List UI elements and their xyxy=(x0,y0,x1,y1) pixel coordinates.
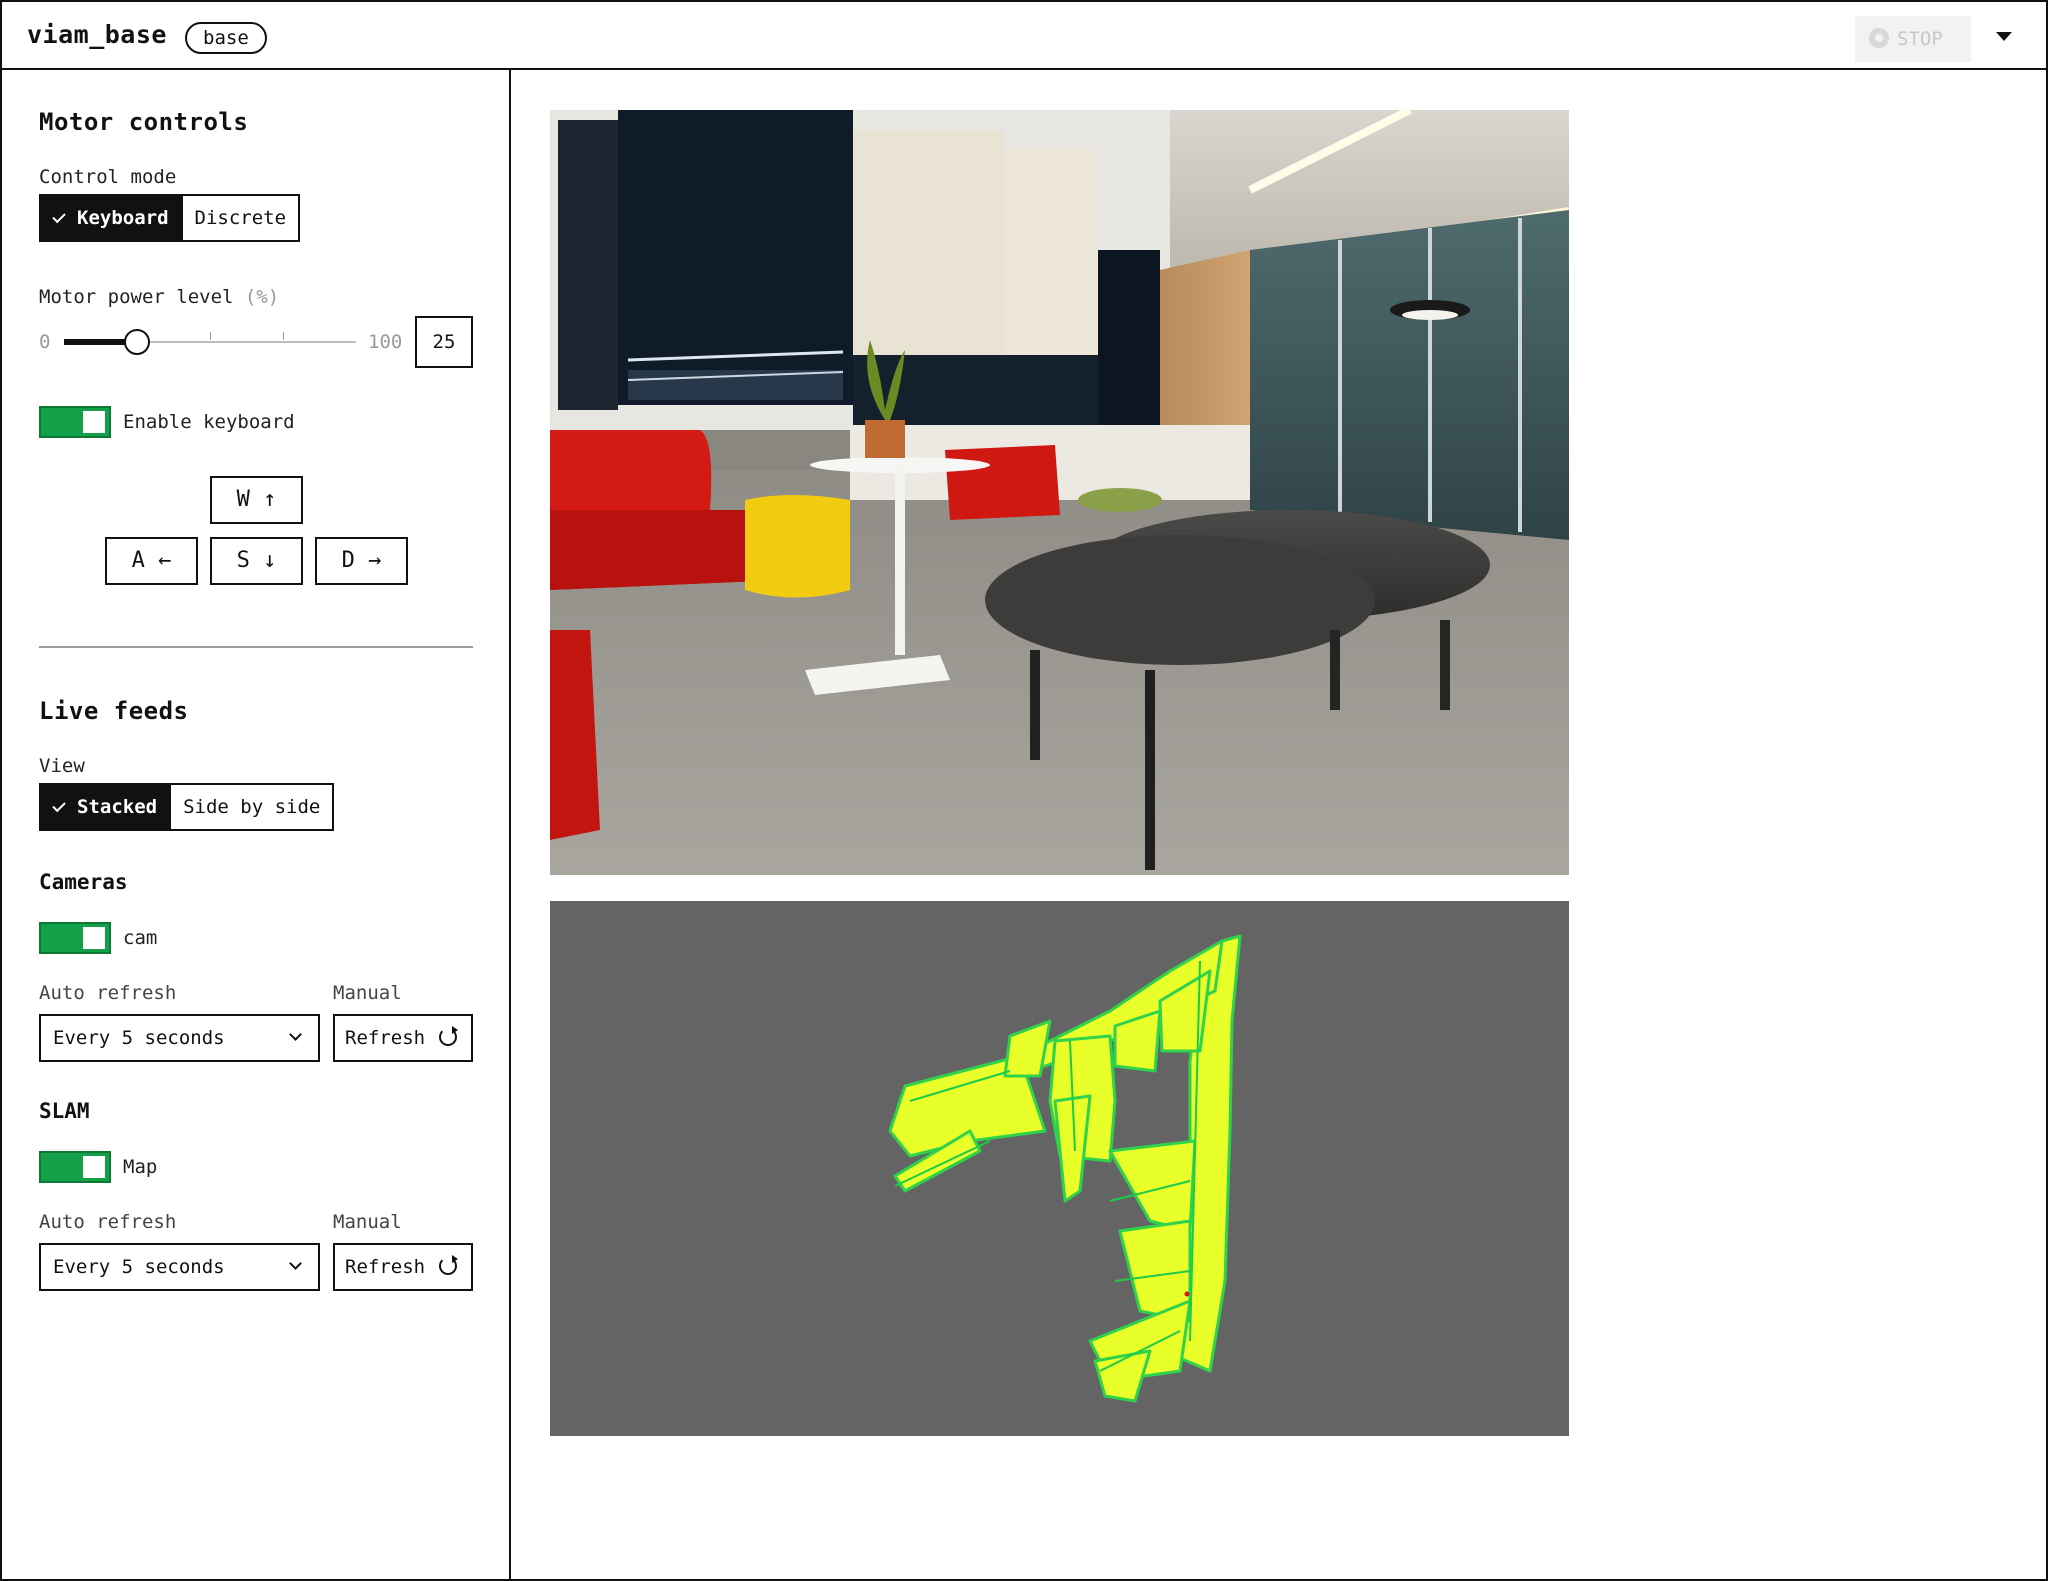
control-mode-toggle: Keyboard Discrete xyxy=(39,194,301,242)
view-toggle: Stacked Side by side xyxy=(39,783,335,831)
cam-manual-label: Manual xyxy=(333,982,402,1004)
view-side-by-side-option[interactable]: Side by side xyxy=(169,785,332,829)
slider-max-label: 100 xyxy=(368,331,403,353)
key-a-button[interactable]: A ← xyxy=(105,537,198,585)
refresh-icon xyxy=(439,1026,458,1046)
cam-auto-refresh-select[interactable]: Every 5 seconds xyxy=(39,1014,320,1062)
section-divider xyxy=(39,646,473,648)
stop-icon xyxy=(1869,28,1889,48)
slam-heading: SLAM xyxy=(39,1099,90,1123)
mode-discrete-option[interactable]: Discrete xyxy=(180,196,299,240)
slam-refresh-button[interactable]: Refresh xyxy=(333,1243,473,1291)
power-slider-thumb[interactable] xyxy=(124,329,150,355)
chevron-down-icon xyxy=(289,1028,302,1041)
check-icon xyxy=(52,798,66,813)
live-feeds-heading: Live feeds xyxy=(39,697,189,725)
slam-auto-refresh-label: Auto refresh xyxy=(39,1211,177,1233)
motor-power-label: Motor power level (%) xyxy=(39,286,280,308)
map-toggle-label: Map xyxy=(123,1156,158,1178)
component-type-badge: base xyxy=(185,22,267,54)
check-icon xyxy=(52,209,66,224)
view-stacked-option[interactable]: Stacked xyxy=(41,785,170,829)
key-s-button[interactable]: S ↓ xyxy=(210,537,303,585)
key-w-button[interactable]: W ↑ xyxy=(210,476,303,524)
slam-map-view xyxy=(550,901,1569,1436)
slam-auto-refresh-select[interactable]: Every 5 seconds xyxy=(39,1243,320,1291)
cam-auto-refresh-label: Auto refresh xyxy=(39,982,177,1004)
stop-label: STOP xyxy=(1897,28,1943,50)
stop-button[interactable]: STOP xyxy=(1855,16,1971,62)
enable-keyboard-toggle[interactable] xyxy=(39,406,111,438)
slider-min-label: 0 xyxy=(39,331,51,353)
cam-refresh-button[interactable]: Refresh xyxy=(333,1014,473,1062)
control-sidebar: Motor controls Control mode Keyboard Dis… xyxy=(2,70,511,1581)
chevron-down-icon xyxy=(289,1257,302,1270)
toggle-knob xyxy=(83,411,105,433)
slam-manual-label: Manual xyxy=(333,1211,402,1233)
view-label: View xyxy=(39,755,85,777)
key-d-button[interactable]: D → xyxy=(315,537,408,585)
robot-position-marker xyxy=(1184,1291,1190,1297)
cam-toggle[interactable] xyxy=(39,922,111,954)
cameras-heading: Cameras xyxy=(39,870,128,894)
map-toggle[interactable] xyxy=(39,1151,111,1183)
enable-keyboard-label: Enable keyboard xyxy=(123,411,295,433)
power-level-input[interactable]: 25 xyxy=(415,316,473,368)
motor-controls-heading: Motor controls xyxy=(39,108,249,136)
camera-scene xyxy=(550,110,1569,875)
toggle-knob xyxy=(83,927,105,949)
top-bar: viam_base base STOP xyxy=(2,2,2046,70)
camera-feed-image xyxy=(550,110,1569,875)
slider-tick xyxy=(283,332,284,340)
refresh-icon xyxy=(439,1255,458,1275)
slider-tick xyxy=(210,332,211,340)
collapse-caret-icon[interactable] xyxy=(1996,32,2012,41)
cam-toggle-label: cam xyxy=(123,927,158,949)
power-unit: (%) xyxy=(244,286,280,308)
toggle-knob xyxy=(83,1156,105,1178)
mode-keyboard-option[interactable]: Keyboard xyxy=(41,196,181,240)
robot-title: viam_base xyxy=(27,20,167,49)
app-frame: viam_base base STOP Motor controls Contr… xyxy=(0,0,2048,1581)
slam-point-cloud xyxy=(888,934,1242,1403)
control-mode-label: Control mode xyxy=(39,166,177,188)
